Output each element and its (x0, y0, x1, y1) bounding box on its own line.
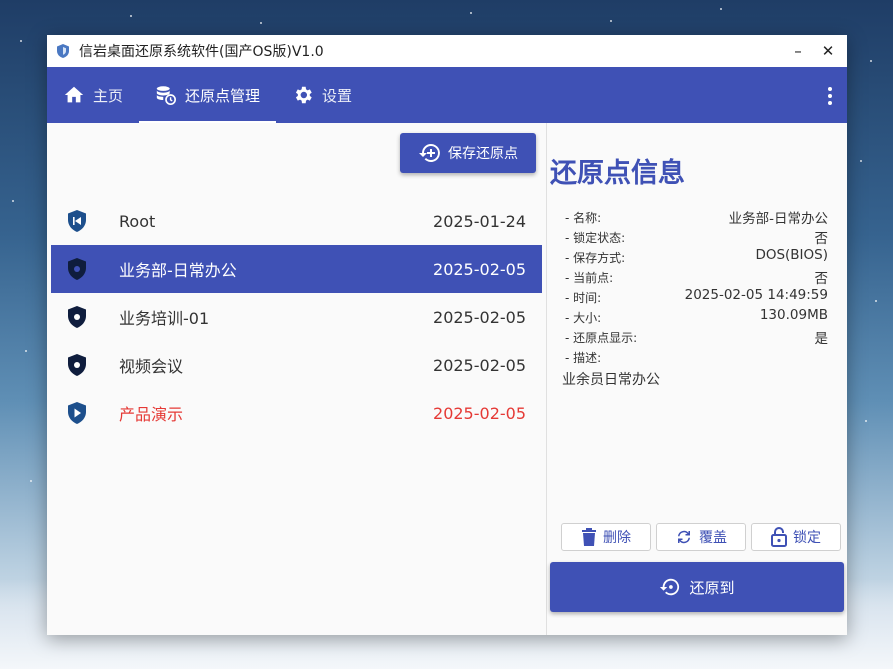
restore-to-label: 还原到 (689, 578, 735, 597)
restore-point-date: 2025-01-24 (433, 211, 526, 231)
tab-settings[interactable]: 设置 (276, 67, 368, 123)
trash-icon (582, 528, 596, 546)
tab-home[interactable]: 主页 (47, 67, 139, 123)
close-button[interactable]: ✕ (819, 42, 837, 60)
info-field-size: - 大小: 130.09MB (562, 307, 828, 327)
restore-point-list: Root 2025-01-24 业务部-日常办公 2025-02-05 业务培训… (51, 197, 542, 437)
restore-to-button[interactable]: 还原到 (550, 562, 844, 612)
restore-point-name: Root (119, 211, 156, 231)
info-field-value: 130.09MB (759, 307, 828, 323)
tab-restore-point-management-label: 还原点管理 (185, 86, 261, 105)
more-vert-icon[interactable] (827, 87, 833, 108)
info-field-value: 否 (814, 271, 829, 287)
info-field-label: - 描述: (565, 351, 602, 365)
restore-point-name: 产品演示 (119, 405, 184, 424)
info-field-lock-status: - 锁定状态: 否 (562, 227, 828, 247)
save-restore-point-button[interactable]: 保存还原点 (400, 133, 536, 173)
restore-point-date: 2025-02-05 (433, 403, 526, 423)
overwrite-label: 覆盖 (699, 530, 727, 546)
shield-icon (68, 258, 86, 280)
info-field-time: - 时间: 2025-02-05 14:49:59 (562, 287, 828, 307)
info-fields: - 名称: 业务部-日常办公 - 锁定状态: 否 - 保存方式: DOS(BIOS) … (562, 207, 828, 389)
restore-point-date: 2025-02-05 (433, 307, 526, 327)
shield-icon (68, 306, 86, 328)
restore-point-list-panel: 保存还原点 Root 2025-01-24 业务部-日常办公 2025-02-0… (47, 123, 547, 635)
list-item-selected[interactable]: 业务部-日常办公 2025-02-05 (51, 245, 542, 293)
list-item[interactable]: Root 2025-01-24 (51, 197, 542, 245)
restore-point-name: 视频会议 (119, 357, 184, 376)
restore-point-name: 业务培训-01 (119, 309, 210, 328)
info-field-label: - 锁定状态: (565, 231, 626, 245)
delete-label: 删除 (603, 530, 631, 546)
info-description-text: 业余员日常办公 (562, 372, 660, 388)
save-restore-point-label: 保存还原点 (448, 146, 518, 162)
info-field-value: 业务部-日常办公 (728, 211, 828, 227)
refresh-icon (678, 530, 690, 544)
info-field-label: - 名称: (565, 211, 602, 225)
info-field-value: DOS(BIOS) (755, 247, 828, 263)
list-item[interactable]: 业务培训-01 2025-02-05 (51, 293, 542, 341)
delete-button[interactable]: 删除 (561, 523, 651, 551)
restore-add-icon (419, 144, 440, 162)
info-field-value: 2025-02-05 14:49:59 (684, 287, 828, 303)
restore-point-date: 2025-02-05 (433, 259, 526, 279)
info-field-label: - 保存方式: (565, 251, 626, 265)
nav-bar: 主页 还原点管理 设置 (47, 67, 847, 123)
title-bar: 信岩桌面还原系统软件(国产OS版)V1.0 – ✕ (47, 35, 847, 67)
info-field-value: 否 (814, 231, 829, 247)
window-title: 信岩桌面还原系统软件(国产OS版)V1.0 (79, 44, 324, 60)
info-field-name: - 名称: 业务部-日常办公 (562, 207, 828, 227)
lock-button[interactable]: 锁定 (751, 523, 841, 551)
lock-open-icon (771, 527, 787, 547)
tab-restore-point-management[interactable]: 还原点管理 (139, 67, 277, 123)
info-field-label: - 时间: (565, 291, 602, 305)
info-field-label: - 当前点: (565, 271, 614, 285)
info-field-description: - 描述: (562, 347, 828, 367)
action-buttons: 删除 覆盖 锁定 (561, 523, 846, 551)
info-field-label: - 大小: (565, 311, 602, 325)
lock-label: 锁定 (793, 530, 821, 546)
info-title: 还原点信息 (550, 158, 685, 189)
list-item[interactable]: 视频会议 2025-02-05 (51, 341, 542, 389)
info-field-value: 是 (814, 331, 829, 347)
app-window: 信岩桌面还原系统软件(国产OS版)V1.0 – ✕ 主页 还原点管理 设置 保存… (47, 35, 847, 635)
tab-settings-label: 设置 (322, 86, 353, 105)
info-field-display: - 还原点显示: 是 (562, 327, 828, 347)
shield-icon (68, 354, 86, 376)
home-icon (64, 86, 84, 103)
shield-play-icon (68, 402, 86, 424)
info-field-current-point: - 当前点: 否 (562, 267, 828, 287)
gear-icon (295, 86, 312, 104)
restore-point-date: 2025-02-05 (433, 355, 526, 375)
shield-skip-icon (68, 210, 86, 232)
info-field-label: - 还原点显示: (565, 331, 638, 345)
overwrite-button[interactable]: 覆盖 (656, 523, 746, 551)
restore-icon (660, 578, 680, 596)
info-field-save-method: - 保存方式: DOS(BIOS) (562, 247, 828, 267)
app-shield-icon (57, 44, 69, 58)
database-restore-icon (156, 86, 177, 105)
minimize-button[interactable]: – (789, 42, 807, 60)
tab-home-label: 主页 (93, 86, 124, 105)
list-item[interactable]: 产品演示 2025-02-05 (51, 389, 542, 437)
restore-point-info-panel: 还原点信息 - 名称: 业务部-日常办公 - 锁定状态: 否 - 保存方式: DOS(… (547, 123, 847, 635)
restore-point-name: 业务部-日常办公 (119, 261, 237, 280)
